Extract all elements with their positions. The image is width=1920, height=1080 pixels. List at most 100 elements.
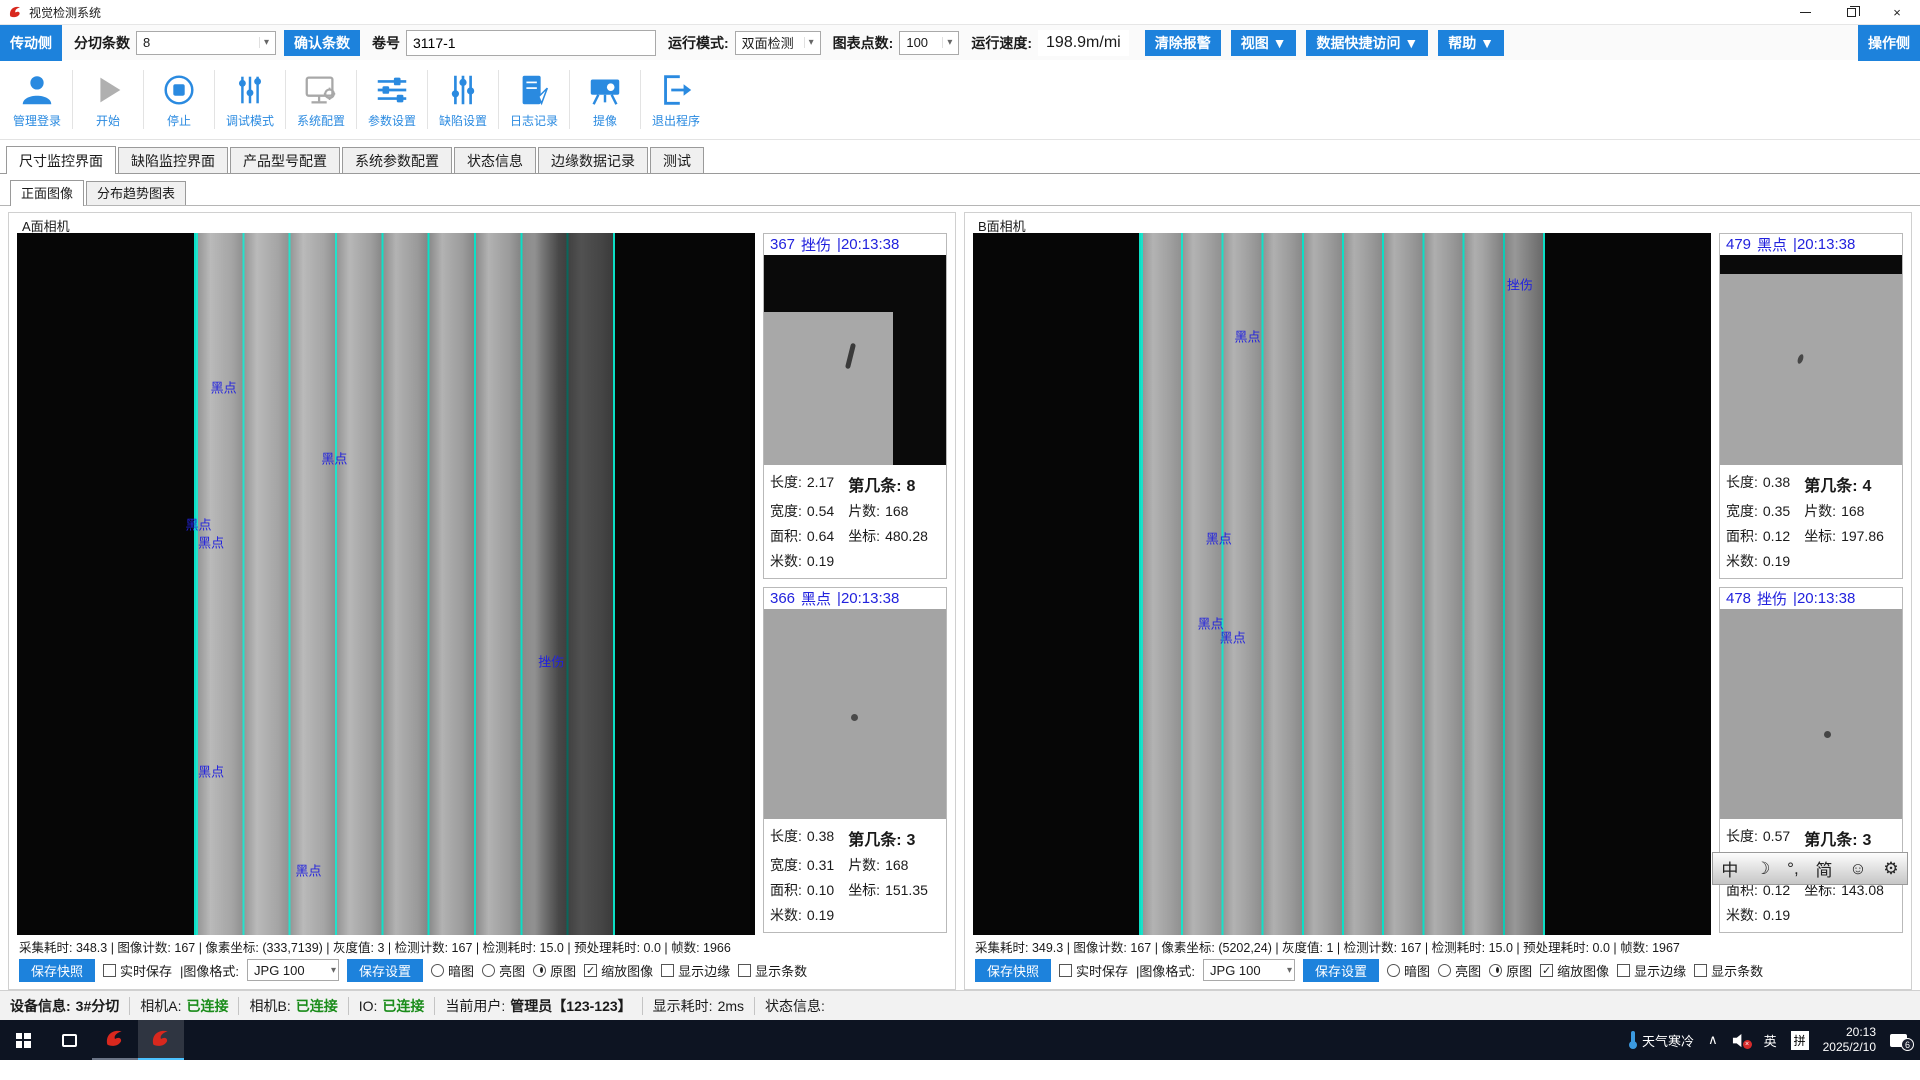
original-image-radio[interactable]: 原图 bbox=[533, 961, 576, 980]
chart-points-select[interactable]: 100 ▾ bbox=[899, 31, 959, 55]
realtime-save-checkbox[interactable]: 实时保存 bbox=[1059, 961, 1128, 980]
defect-settings-button[interactable]: 缺陷设置 bbox=[430, 60, 496, 139]
defect-time: |20:13:38 bbox=[837, 236, 899, 253]
volume-muted-button[interactable]: × bbox=[1732, 1032, 1750, 1048]
clock[interactable]: 20:13 2025/2/10 bbox=[1823, 1025, 1876, 1055]
image-format-select[interactable]: JPG 100▾ bbox=[1203, 959, 1295, 981]
minimize-button[interactable] bbox=[1782, 0, 1828, 24]
zoom-image-checkbox[interactable]: ✓缩放图像 bbox=[584, 961, 653, 980]
punctuation-toggle[interactable]: °, bbox=[1787, 859, 1799, 879]
start-button[interactable]: 开始 bbox=[75, 60, 141, 139]
task-view-button[interactable] bbox=[46, 1020, 92, 1060]
defect-id: 479 bbox=[1726, 236, 1751, 253]
checkbox-label: 显示条数 bbox=[755, 961, 807, 980]
run-mode-select[interactable]: 双面检测 ▾ bbox=[735, 31, 821, 55]
defect-card[interactable]: 367 挫伤 |20:13:38 长度:2.17 第几条:8 宽度:0.54 片… bbox=[763, 233, 947, 579]
bright-image-radio[interactable]: 亮图 bbox=[1438, 961, 1481, 980]
operator-side-button[interactable]: 操作侧 bbox=[1858, 25, 1920, 61]
window-controls: × bbox=[1782, 0, 1920, 24]
dark-image-radio[interactable]: 暗图 bbox=[1387, 961, 1430, 980]
mute-badge-icon: × bbox=[1743, 1040, 1752, 1049]
original-image-radio[interactable]: 原图 bbox=[1489, 961, 1532, 980]
roll-number-input[interactable] bbox=[406, 30, 656, 56]
show-edge-checkbox[interactable]: 显示边缘 bbox=[661, 961, 730, 980]
realtime-save-checkbox[interactable]: 实时保存 bbox=[103, 961, 172, 980]
moon-icon[interactable]: ☽ bbox=[1755, 859, 1770, 879]
help-menu-button[interactable]: 帮助 ▼ bbox=[1438, 30, 1504, 56]
start-button[interactable] bbox=[0, 1020, 46, 1060]
capture-button[interactable]: 提像 bbox=[572, 60, 638, 139]
emoji-button[interactable]: ☺ bbox=[1849, 859, 1866, 879]
defect-card-header: 367 挫伤 |20:13:38 bbox=[764, 234, 946, 255]
zoom-image-checkbox[interactable]: ✓缩放图像 bbox=[1540, 961, 1609, 980]
weather-widget[interactable]: 天气寒冷 bbox=[1629, 1031, 1694, 1050]
display-time: 显示耗时:2ms bbox=[653, 996, 744, 1016]
parameter-settings-button[interactable]: 参数设置 bbox=[359, 60, 425, 139]
camera-b-image[interactable]: 挫伤黑点黑点黑点黑点 bbox=[973, 233, 1711, 935]
device-info: 设备信息:3#分切 bbox=[10, 996, 119, 1016]
defect-card[interactable]: 366 黑点 |20:13:38 长度:0.38 第几条:3 宽度:0.31 片… bbox=[763, 587, 947, 933]
data-quick-access-button[interactable]: 数据快捷访问 ▼ bbox=[1306, 30, 1428, 56]
tab-size-monitor[interactable]: 尺寸监控界面 bbox=[6, 146, 116, 174]
stop-button[interactable]: 停止 bbox=[146, 60, 212, 139]
defect-card[interactable]: 479 黑点 |20:13:38 长度:0.38 第几条:4 宽度:0.35 片… bbox=[1719, 233, 1903, 579]
radio-label: 暗图 bbox=[448, 961, 474, 980]
bright-image-radio[interactable]: 亮图 bbox=[482, 961, 525, 980]
tab-product-model-config[interactable]: 产品型号配置 bbox=[230, 147, 340, 173]
tab-edge-data-record[interactable]: 边缘数据记录 bbox=[538, 147, 648, 173]
title-bar: 视觉检测系统 × bbox=[0, 0, 1920, 24]
drive-side-button[interactable]: 传动侧 bbox=[0, 25, 62, 61]
camera-a-image[interactable]: 黑点黑点黑点黑点挫伤黑点黑点 bbox=[17, 233, 755, 935]
exit-program-button[interactable]: 退出程序 bbox=[643, 60, 709, 139]
image-format-select[interactable]: JPG 100▾ bbox=[247, 959, 339, 981]
capture-camera-icon bbox=[586, 71, 624, 109]
defect-thumbnail bbox=[1720, 255, 1902, 465]
notification-count-badge: 6 bbox=[1901, 1038, 1914, 1051]
debug-mode-button[interactable]: 调试模式 bbox=[217, 60, 283, 139]
tab-status-info[interactable]: 状态信息 bbox=[454, 147, 536, 173]
checkbox-label: 缩放图像 bbox=[601, 961, 653, 980]
tab-test[interactable]: 测试 bbox=[650, 147, 704, 173]
gear-icon[interactable]: ⚙ bbox=[1883, 859, 1898, 879]
save-settings-button[interactable]: 保存设置 bbox=[1303, 959, 1379, 982]
stat-coord: 坐标:151.35 bbox=[848, 880, 940, 900]
defect-thumbnail bbox=[1720, 609, 1902, 819]
admin-login-button[interactable]: 管理登录 bbox=[4, 60, 70, 139]
log-record-button[interactable]: 日志记录 bbox=[501, 60, 567, 139]
save-snapshot-button[interactable]: 保存快照 bbox=[975, 959, 1051, 982]
subtab-front-image[interactable]: 正面图像 bbox=[10, 180, 84, 206]
taskbar-app-1[interactable] bbox=[92, 1020, 138, 1060]
taskbar-app-2-active[interactable] bbox=[138, 1020, 184, 1060]
params-sliders-icon bbox=[373, 71, 411, 109]
play-icon bbox=[89, 71, 127, 109]
language-indicator[interactable]: 英 bbox=[1764, 1031, 1777, 1050]
show-strip-count-checkbox[interactable]: 显示条数 bbox=[1694, 961, 1763, 980]
tab-defect-monitor[interactable]: 缺陷监控界面 bbox=[118, 147, 228, 173]
tab-system-param-config[interactable]: 系统参数配置 bbox=[342, 147, 452, 173]
clear-alarm-button[interactable]: 清除报警 bbox=[1145, 30, 1221, 56]
save-settings-button[interactable]: 保存设置 bbox=[347, 959, 423, 982]
ime-indicator[interactable]: 拼 bbox=[1791, 1031, 1809, 1050]
chevron-down-icon: ▾ bbox=[804, 37, 818, 48]
dark-image-radio[interactable]: 暗图 bbox=[431, 961, 474, 980]
show-strip-count-checkbox[interactable]: 显示条数 bbox=[738, 961, 807, 980]
divider bbox=[427, 70, 428, 129]
app-logo-icon bbox=[8, 5, 23, 20]
simplified-toggle[interactable]: 简 bbox=[1815, 856, 1832, 881]
subtab-trend-chart[interactable]: 分布趋势图表 bbox=[86, 181, 186, 205]
defect-type: 黑点 bbox=[1757, 234, 1787, 255]
view-menu-button[interactable]: 视图 ▼ bbox=[1231, 30, 1297, 56]
defect-label: 黑点 bbox=[1206, 528, 1232, 547]
confirm-count-button[interactable]: 确认条数 bbox=[284, 30, 360, 56]
tray-expand-button[interactable]: ∧ bbox=[1708, 1032, 1718, 1048]
close-button[interactable]: × bbox=[1874, 0, 1920, 24]
slit-count-select[interactable]: 8 ▾ bbox=[136, 31, 276, 55]
ime-chinese-button[interactable]: 中 bbox=[1721, 856, 1738, 881]
panel-b-body: 挫伤黑点黑点黑点黑点 479 黑点 |20:13:38 长度:0.38 第几条:… bbox=[973, 233, 1903, 935]
maximize-button[interactable] bbox=[1828, 0, 1874, 24]
system-config-button[interactable]: 系统配置 bbox=[288, 60, 354, 139]
notification-center-button[interactable]: 6 bbox=[1890, 1032, 1910, 1048]
show-edge-checkbox[interactable]: 显示边缘 bbox=[1617, 961, 1686, 980]
icon-label: 开始 bbox=[96, 112, 120, 129]
save-snapshot-button[interactable]: 保存快照 bbox=[19, 959, 95, 982]
